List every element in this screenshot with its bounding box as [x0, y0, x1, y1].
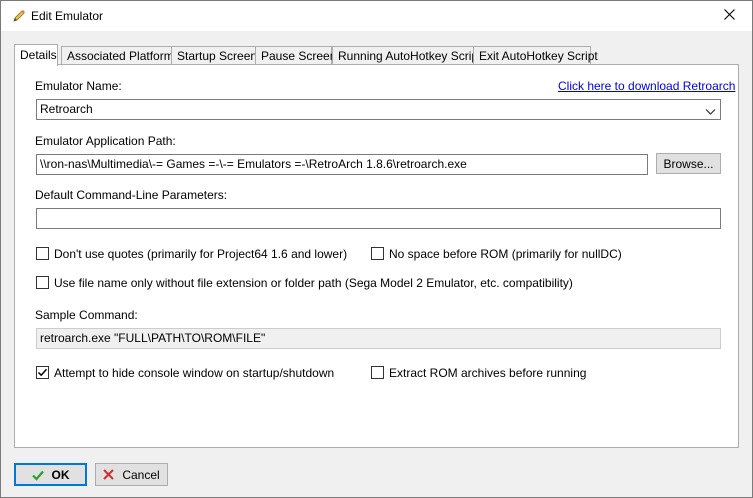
tab-associated-platforms[interactable]: Associated Platforms: [61, 46, 180, 64]
emulator-name-label: Emulator Name:: [35, 79, 122, 93]
window-title: Edit Emulator: [31, 9, 104, 23]
pencil-icon: [11, 8, 27, 24]
sample-command-field: retroarch.exe "FULL\PATH\TO\ROM\FILE": [36, 328, 721, 349]
sample-command-label: Sample Command:: [35, 308, 138, 322]
no-space-before-rom-checkbox[interactable]: [371, 247, 384, 260]
tab-details[interactable]: Details: [14, 44, 58, 66]
browse-button[interactable]: Browse...: [656, 153, 721, 174]
cmdline-params-input[interactable]: [36, 208, 721, 229]
ok-button[interactable]: OK: [14, 463, 87, 486]
emulator-name-value: Retroarch: [40, 102, 93, 116]
checkmark-icon: [31, 469, 44, 481]
file-name-only-checkbox[interactable]: [36, 276, 49, 289]
tab-exit-autohotkey-script[interactable]: Exit AutoHotkey Script: [473, 46, 598, 64]
close-icon: [103, 469, 115, 480]
details-panel: Emulator Name: Click here to download Re…: [14, 64, 739, 448]
dont-use-quotes-checkbox[interactable]: [36, 247, 49, 260]
chevron-down-icon: [705, 104, 716, 115]
no-space-before-rom-label: No space before ROM (primarily for nullD…: [389, 247, 622, 261]
hide-console-label: Attempt to hide console window on startu…: [54, 366, 335, 380]
ok-button-label: OK: [51, 467, 70, 482]
download-retroarch-link[interactable]: Click here to download Retroarch: [558, 79, 735, 93]
cmdline-params-label: Default Command-Line Parameters:: [35, 188, 228, 202]
app-path-input[interactable]: \\ron-nas\Multimedia\-= Games =-\-= Emul…: [36, 154, 648, 175]
title-bar: Edit Emulator: [1, 1, 752, 31]
edit-emulator-window: Edit Emulator Details Associated Platfor…: [0, 0, 753, 498]
tab-pause-screen[interactable]: Pause Screen: [255, 46, 336, 64]
hide-console-checkbox[interactable]: [36, 366, 49, 379]
emulator-name-dropdown[interactable]: Retroarch: [36, 99, 721, 120]
cancel-button-label: Cancel: [122, 467, 160, 482]
dont-use-quotes-label: Don't use quotes (primarily for Project6…: [54, 247, 348, 261]
extract-rom-label: Extract ROM archives before running: [389, 366, 587, 380]
tab-running-autohotkey-script[interactable]: Running AutoHotkey Script: [332, 46, 481, 64]
close-icon: [723, 9, 735, 23]
extract-rom-checkbox[interactable]: [371, 366, 384, 379]
close-button[interactable]: [706, 1, 752, 31]
file-name-only-label: Use file name only without file extensio…: [54, 276, 573, 290]
app-path-label: Emulator Application Path:: [35, 134, 176, 148]
checkmark-icon: [37, 368, 48, 377]
cancel-button[interactable]: Cancel: [95, 463, 168, 486]
tab-startup-screen[interactable]: Startup Screen: [171, 46, 257, 64]
